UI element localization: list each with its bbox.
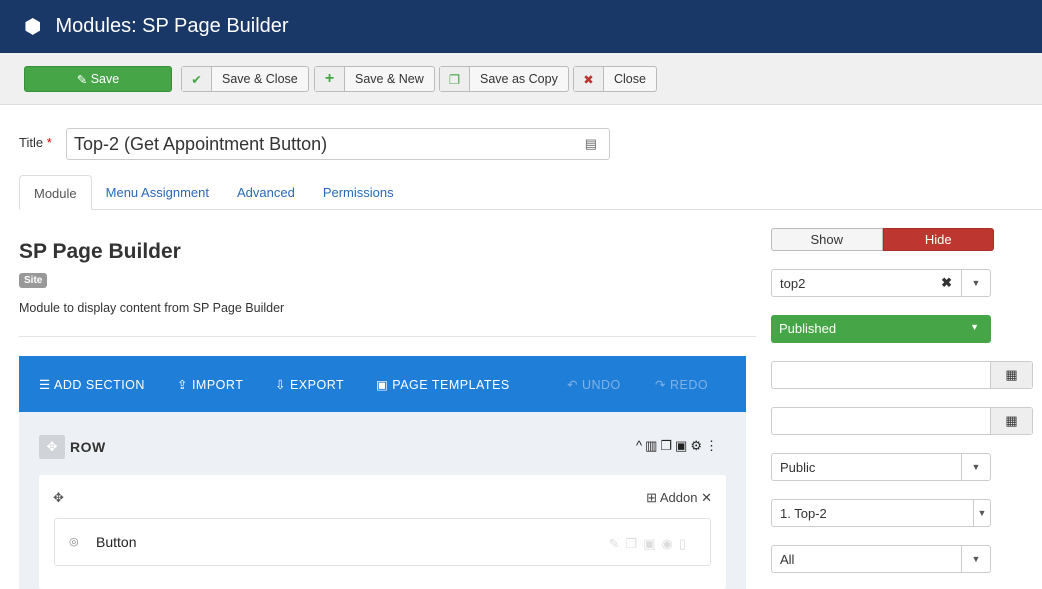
tab-advanced[interactable]: Advanced — [223, 175, 309, 209]
trash-icon[interactable]: ▯ — [679, 536, 692, 551]
cube-icon: ⬢ — [24, 16, 42, 38]
divider — [19, 336, 756, 337]
tab-module[interactable]: Module — [19, 175, 92, 210]
chevron-down-icon: ▼ — [973, 500, 990, 526]
calendar-icon[interactable]: ▦ — [990, 408, 1032, 434]
save-copy-button[interactable]: ❐ Save as Copy — [439, 66, 569, 92]
page-templates-button[interactable]: ▣ PAGE TEMPLATES — [376, 377, 510, 392]
position-select[interactable]: top2 ✖ ▼ — [771, 269, 991, 297]
undo-button[interactable]: ↶ UNDO — [567, 377, 621, 392]
calendar-icon[interactable]: ▦ — [990, 362, 1032, 388]
close-button[interactable]: ✖ Close — [573, 66, 657, 92]
gear-icon[interactable]: ⚙ — [690, 438, 705, 453]
chevron-down-icon: ▼ — [970, 322, 979, 332]
plus-icon: + — [315, 67, 345, 91]
export-button[interactable]: ⇩ EXPORT — [275, 377, 344, 392]
addon-actions: ✎❐▣◉▯ — [609, 536, 692, 552]
tabs: Module Menu Assignment Advanced Permissi… — [19, 175, 1042, 210]
builder-canvas: ✥ ROW ^▥❐▣⚙⋮ ✥ ⊞ Addon ✕ ◎ Button ✎❐▣◉▯ — [19, 412, 746, 589]
more-icon[interactable]: ⋮ — [705, 438, 721, 453]
close-icon: ✖ — [574, 67, 604, 91]
toolbar: ✎ Save ✔ Save & Close + Save & New ❐ Save a… — [0, 53, 1042, 105]
redo-button[interactable]: ↷ REDO — [655, 377, 708, 392]
clear-icon[interactable]: ✖ — [941, 275, 952, 291]
module-name: SP Page Builder — [19, 240, 181, 263]
duplicate-icon[interactable]: ❐ — [626, 536, 644, 551]
end-date-input[interactable]: ▦ — [771, 407, 1033, 435]
site-badge: Site — [19, 273, 48, 288]
toggle-icon: ◎ — [69, 536, 79, 548]
collapse-icon[interactable]: ^ — [636, 438, 645, 453]
status-select[interactable]: Published ▼ — [771, 315, 991, 343]
column: ✥ ⊞ Addon ✕ ◎ Button ✎❐▣◉▯ — [39, 475, 726, 589]
check-icon: ✔ — [182, 67, 212, 91]
save-icon[interactable]: ▣ — [675, 438, 690, 453]
row-actions: ^▥❐▣⚙⋮ — [636, 438, 721, 454]
column-move-icon[interactable]: ✥ — [53, 490, 64, 506]
header: ⬢ Modules: SP Page Builder — [0, 0, 1042, 53]
ordering-select[interactable]: 1. Top-2 ▼ — [771, 499, 991, 527]
addon-item[interactable]: ◎ Button ✎❐▣◉▯ — [54, 518, 711, 566]
language-select[interactable]: All ▼ — [771, 545, 991, 573]
move-icon[interactable]: ✥ — [39, 435, 65, 459]
edit-icon[interactable]: ✎ — [609, 536, 626, 551]
access-select[interactable]: Public ▼ — [771, 453, 991, 481]
add-addon-button[interactable]: ⊞ Addon ✕ — [646, 490, 712, 506]
tab-menu-assignment[interactable]: Menu Assignment — [92, 175, 223, 209]
start-date-input[interactable]: ▦ — [771, 361, 1033, 389]
columns-icon[interactable]: ▥ — [645, 438, 660, 453]
tools-icon[interactable]: ✕ — [701, 490, 712, 505]
row-label: ROW — [70, 439, 106, 455]
clipboard-icon: ▤ — [584, 136, 597, 151]
builder-toolbar: ☰ ADD SECTION ⇪ IMPORT ⇩ EXPORT ▣ PAGE T… — [19, 356, 746, 412]
eye-icon[interactable]: ◉ — [662, 536, 679, 551]
title-input[interactable]: Top-2 (Get Appointment Button) ▤ — [66, 128, 610, 160]
tab-permissions[interactable]: Permissions — [309, 175, 408, 209]
chevron-down-icon: ▼ — [961, 454, 990, 480]
add-section-button[interactable]: ☰ ADD SECTION — [39, 377, 145, 392]
save-button[interactable]: ✎ Save — [24, 66, 172, 92]
chevron-down-icon: ▼ — [961, 270, 990, 296]
duplicate-icon[interactable]: ❐ — [660, 438, 675, 453]
copy-icon: ❐ — [440, 67, 470, 91]
page-title: Modules: SP Page Builder — [55, 15, 289, 37]
show-title-toggle: Show Hide — [771, 228, 994, 251]
show-button[interactable]: Show — [771, 228, 883, 251]
title-label: Title * — [19, 135, 52, 150]
module-description: Module to display content from SP Page B… — [19, 301, 285, 315]
hide-button[interactable]: Hide — [882, 228, 994, 251]
edit-icon: ✎ — [76, 72, 91, 87]
save-new-button[interactable]: + Save & New — [314, 66, 435, 92]
save-icon[interactable]: ▣ — [643, 536, 661, 551]
save-close-button[interactable]: ✔ Save & Close — [181, 66, 309, 92]
import-button[interactable]: ⇪ IMPORT — [177, 377, 243, 392]
chevron-down-icon: ▼ — [961, 546, 990, 572]
